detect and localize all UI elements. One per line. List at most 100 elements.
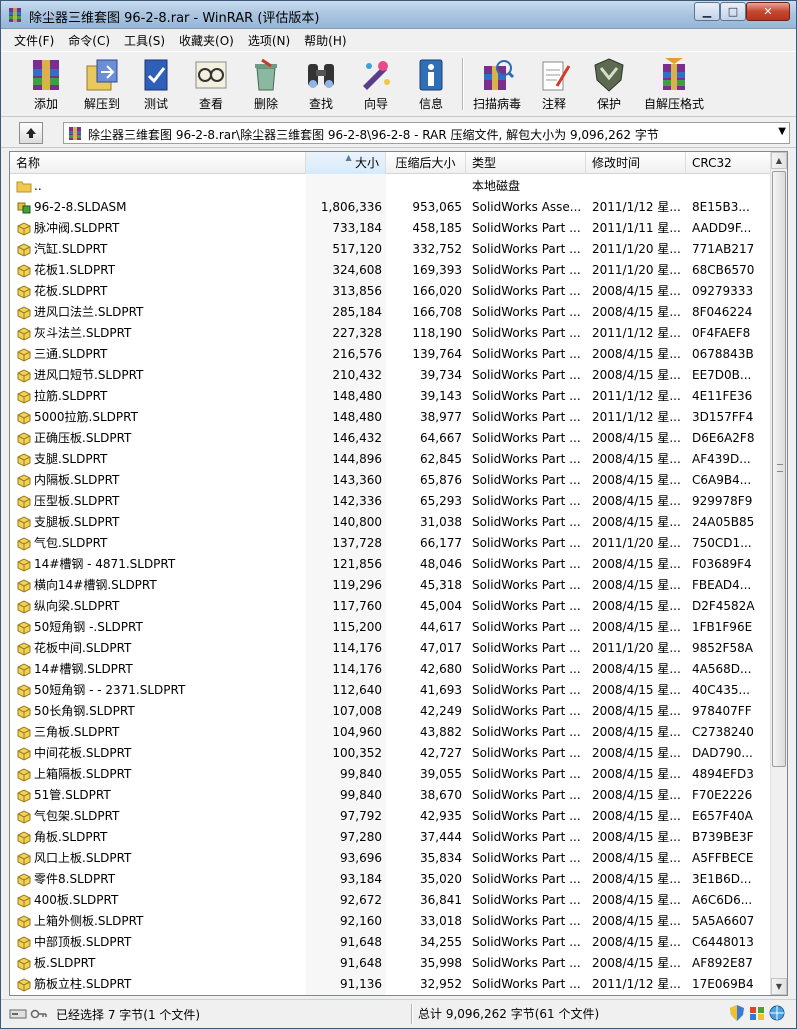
table-row[interactable]: 汽缸.SLDPRT 517,120 332,752 SolidWorks Part .… [10,239,772,260]
globe-icon[interactable] [768,1004,786,1022]
table-row[interactable]: 灰斗法兰.SLDPRT 227,328 118,190 SolidWorks Part… [10,323,772,344]
table-row[interactable]: 筋板立柱.SLDPRT 91,136 32,952 SolidWorks Part .… [10,974,772,995]
sfx-button[interactable]: 自解压格式 [637,54,711,114]
table-row[interactable]: 花板中间.SLDPRT 114,176 47,017 SolidWorks Part … [10,638,772,659]
table-row[interactable]: 三角板.SLDPRT 104,960 43,882 SolidWorks Part .… [10,722,772,743]
virus-scan-button[interactable]: 扫描病毒 [470,54,524,114]
cell-packed-size: 35,020 [420,872,462,886]
table-row[interactable]: 脉冲阀.SLDPRT 733,184 458,185 SolidWorks Part … [10,218,772,239]
table-row[interactable]: 压型板.SLDPRT 142,336 65,293 SolidWorks Part .… [10,491,772,512]
table-row[interactable]: 96-2-8.SLDASM 1,806,336 953,065 SolidWorks … [10,197,772,218]
info-button[interactable]: 信息 [404,54,458,114]
table-row[interactable]: 进风口法兰.SLDPRT 285,184 166,708 SolidWorks Par… [10,302,772,323]
file-list[interactable]: 名称 ▲ 大小 压缩后大小 类型 修改时间 CRC32 .. 本地磁盘 96-2-8… [9,151,788,996]
table-row[interactable]: 零件8.SLDPRT 93,184 35,020 SolidWorks Part ..… [10,869,772,890]
protect-button[interactable]: 保护 [582,54,636,114]
table-row[interactable]: 14#槽钢.SLDPRT 114,176 42,680 SolidWorks Part… [10,659,772,680]
table-row[interactable]: 支腿板.SLDPRT 140,800 31,038 SolidWorks Part .… [10,512,772,533]
table-row[interactable]: 纵向梁.SLDPRT 117,760 45,004 SolidWorks Part .… [10,596,772,617]
table-row[interactable]: 中间花板.SLDPRT 100,352 42,727 SolidWorks Part … [10,743,772,764]
table-row[interactable]: 支腿.SLDPRT 144,896 62,845 SolidWorks Part ..… [10,449,772,470]
cell-name: 拉筋.SLDPRT [14,386,306,407]
cell-size: 115,200 [306,617,382,638]
vertical-scrollbar[interactable]: ▲ ▼ [770,152,787,995]
table-row[interactable]: 正确压板.SLDPRT 146,432 64,667 SolidWorks Part … [10,428,772,449]
scroll-down-button[interactable]: ▼ [771,978,787,995]
cell-type: SolidWorks Part ... [472,662,581,676]
maximize-button[interactable]: □ [720,2,746,21]
comment-button[interactable]: 注释 [527,54,581,114]
column-type[interactable]: 类型 [466,152,586,174]
table-row[interactable]: 气包架.SLDPRT 97,792 42,935 SolidWorks Part ..… [10,806,772,827]
cell-packed-size: 118,190 [412,326,462,340]
menu-tools[interactable]: 工具(S) [117,32,172,49]
column-crc32[interactable]: CRC32 [686,152,772,174]
cell-packed-size: 35,998 [420,956,462,970]
table-row[interactable]: 50短角钢 -.SLDPRT 115,200 44,617 SolidWorks Pa… [10,617,772,638]
extract-to-button[interactable]: 解压到 [75,54,129,114]
column-size[interactable]: ▲ 大小 [306,152,386,174]
cell-size: 91,648 [306,953,382,974]
delete-button[interactable]: 删除 [239,54,293,114]
menu-commands[interactable]: 命令(C) [61,32,117,49]
part-icon [17,936,31,950]
table-row[interactable]: 51管.SLDPRT 99,840 38,670 SolidWorks Part ..… [10,785,772,806]
path-combobox[interactable]: 除尘器三维套图 96-2-8.rar\除尘器三维套图 96-2-8\96-2-8… [63,122,790,144]
table-row[interactable]: 花板1.SLDPRT 324,608 169,393 SolidWorks Part … [10,260,772,281]
wizard-icon [363,61,390,90]
table-row[interactable]: 5000拉筋.SLDPRT 148,480 38,977 SolidWorks Par… [10,407,772,428]
up-folder-button[interactable] [19,122,43,144]
cell-modified: 2011/1/12 星... [592,200,681,214]
column-packed-size[interactable]: 压缩后大小 [386,152,466,174]
test-button[interactable]: 测试 [129,54,183,114]
column-name[interactable]: 名称 [10,152,306,174]
menu-help[interactable]: 帮助(H) [297,32,353,49]
table-row[interactable]: 400板.SLDPRT 92,672 36,841 SolidWorks Part .… [10,890,772,911]
cell-packed-size: 45,318 [420,578,462,592]
dropdown-arrow-icon[interactable]: ▼ [778,126,786,137]
scroll-up-button[interactable]: ▲ [771,152,787,169]
column-modified[interactable]: 修改时间 [586,152,686,174]
close-button[interactable]: ✕ [746,2,790,21]
virus-scan-label: 扫描病毒 [472,97,521,111]
cell-modified: 2008/4/15 星... [592,431,681,445]
shield-icon[interactable] [728,1004,746,1022]
title-bar[interactable]: 除尘器三维套图 96-2-8.rar - WinRAR (评估版本) ▁ □ ✕ [1,1,796,29]
table-row[interactable]: 板.SLDPRT 91,648 35,998 SolidWorks Part ... 2… [10,953,772,974]
table-row[interactable]: 上箱隔板.SLDPRT 99,840 39,055 SolidWorks Part .… [10,764,772,785]
table-row[interactable]: 中部顶板.SLDPRT 91,648 34,255 SolidWorks Part .… [10,932,772,953]
cell-type: SolidWorks Part ... [472,746,581,760]
windows-logo-icon[interactable] [748,1004,766,1022]
menu-options[interactable]: 选项(N) [241,32,297,49]
cell-name: 50短角钢 -.SLDPRT [14,617,306,638]
cell-modified: 2011/1/12 星... [592,389,681,403]
view-button[interactable]: 查看 [184,54,238,114]
scroll-thumb[interactable] [772,171,786,767]
cell-packed-size: 42,935 [420,809,462,823]
wizard-button[interactable]: 向导 [349,54,403,114]
table-row[interactable]: 花板.SLDPRT 313,856 166,020 SolidWorks Part .… [10,281,772,302]
table-row[interactable]: 角板.SLDPRT 97,280 37,444 SolidWorks Part ...… [10,827,772,848]
menu-file[interactable]: 文件(F) [7,32,61,49]
table-row[interactable]: 内隔板.SLDPRT 143,360 65,876 SolidWorks Part .… [10,470,772,491]
table-row[interactable]: 三通.SLDPRT 216,576 139,764 SolidWorks Part .… [10,344,772,365]
cell-packed-size: 41,693 [420,683,462,697]
file-name: 板.SLDPRT [34,956,96,970]
add-button[interactable]: 添加 [19,54,73,114]
table-row[interactable]: 横向14#槽钢.SLDPRT 119,296 45,318 SolidWorks Pa… [10,575,772,596]
table-row[interactable]: 气包.SLDPRT 137,728 66,177 SolidWorks Part ..… [10,533,772,554]
find-button[interactable]: 查找 [294,54,348,114]
table-row[interactable]: .. 本地磁盘 [10,176,772,197]
menu-favorites[interactable]: 收藏夹(O) [172,32,241,49]
table-row[interactable]: 拉筋.SLDPRT 148,480 39,143 SolidWorks Part ..… [10,386,772,407]
table-row[interactable]: 进风口短节.SLDPRT 210,432 39,734 SolidWorks Part… [10,365,772,386]
cell-crc32: AADD9F... [692,221,752,235]
table-row[interactable]: 风口上板.SLDPRT 93,696 35,834 SolidWorks Part .… [10,848,772,869]
table-row[interactable]: 14#槽钢 - 4871.SLDPRT 121,856 48,046 SolidWor… [10,554,772,575]
table-row[interactable]: 上箱外侧板.SLDPRT 92,160 33,018 SolidWorks Part … [10,911,772,932]
minimize-button[interactable]: ▁ [694,2,720,21]
table-row[interactable]: 50短角钢 - - 2371.SLDPRT 112,640 41,693 SolidW… [10,680,772,701]
comment-label: 注释 [541,97,566,111]
archive-add-icon [33,60,59,90]
table-row[interactable]: 50长角钢.SLDPRT 107,008 42,249 SolidWorks Part… [10,701,772,722]
